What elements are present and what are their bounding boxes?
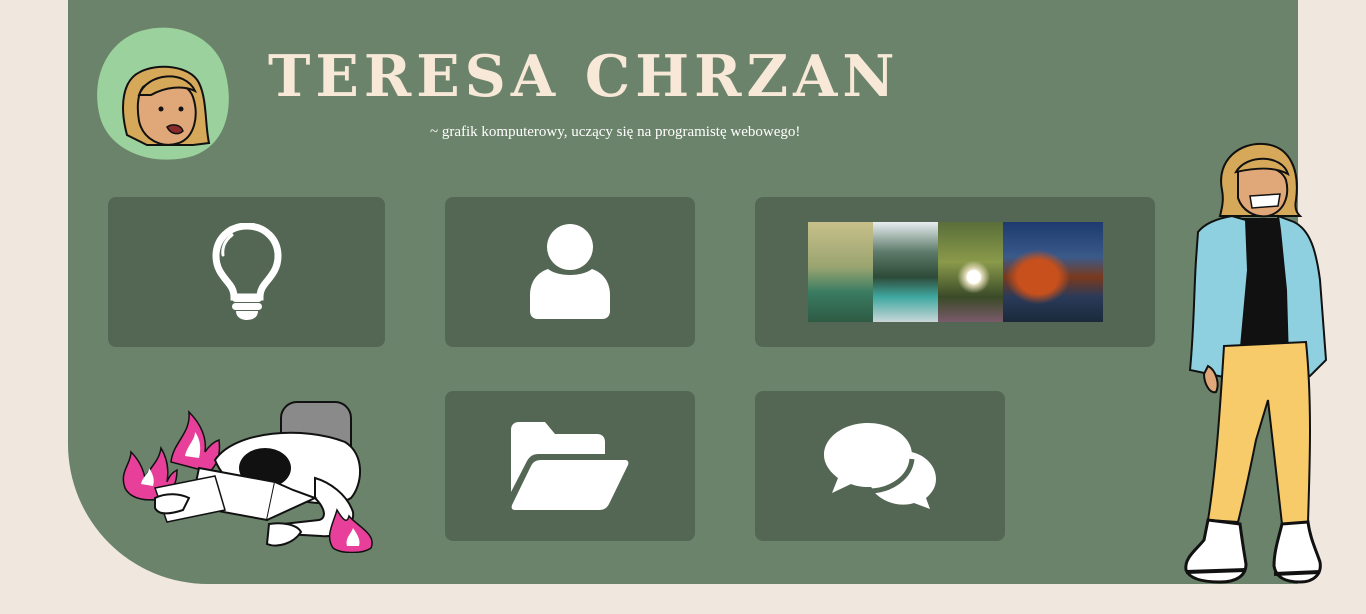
photo-gallery (807, 222, 1103, 322)
folder-open-icon (511, 422, 629, 510)
standing-woman-illustration (1184, 142, 1328, 584)
about-tile[interactable] (445, 197, 695, 347)
user-icon (530, 224, 610, 319)
photo-mountain-lake (872, 222, 938, 322)
contact-tile[interactable] (755, 391, 1005, 541)
photo-water-lily (937, 222, 1003, 322)
comments-icon (824, 423, 936, 509)
avatar (97, 27, 229, 160)
stressed-worker-illustration (122, 401, 373, 553)
photo-water-drop (807, 222, 873, 322)
lightbulb-icon (211, 223, 282, 320)
page-subtitle: ~ grafik komputerowy, uczący się na prog… (430, 124, 801, 140)
photo-red-rocks (1002, 222, 1103, 322)
gallery-tile[interactable] (755, 197, 1155, 347)
portfolio-tile[interactable] (445, 391, 695, 541)
page-title: TERESA CHRZAN (268, 43, 900, 110)
ideas-tile[interactable] (108, 197, 385, 347)
